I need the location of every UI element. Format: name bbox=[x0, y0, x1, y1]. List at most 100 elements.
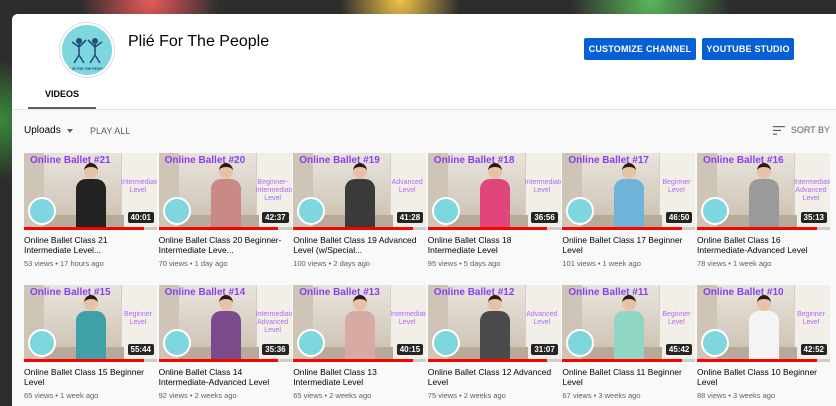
video-card[interactable]: Online Ballet #14 Intermediate-Advanced L… bbox=[158, 285, 292, 403]
video-title[interactable]: Online Ballet Class 17 Beginner Level bbox=[562, 235, 695, 255]
video-views: 65 views bbox=[24, 391, 54, 400]
watch-progress-bar bbox=[697, 359, 830, 362]
thumbnail-level-overlay: Intermediate-Advanced Level bbox=[255, 311, 292, 334]
watch-progress-fill bbox=[427, 227, 548, 230]
video-card[interactable]: Online Ballet #16 Intermediate-Advanced L… bbox=[697, 153, 830, 271]
video-title[interactable]: Online Ballet Class 11 Beginner Level bbox=[562, 367, 695, 387]
watch-progress-bar bbox=[24, 227, 157, 230]
watch-progress-fill bbox=[427, 359, 548, 362]
video-title[interactable]: Online Ballet Class 18 Intermediate Leve… bbox=[428, 235, 561, 255]
video-thumbnail[interactable]: Online Ballet #17 Beginner Level 46:50 bbox=[562, 153, 696, 227]
video-card[interactable]: Online Ballet #10 Beginner Level 42:52 Onli… bbox=[697, 285, 830, 403]
uploads-label: Uploads bbox=[24, 125, 61, 136]
video-age: 17 hours ago bbox=[59, 259, 104, 268]
video-duration: 40:15 bbox=[396, 344, 424, 355]
video-card[interactable]: Online Ballet #18 Intermediate Level 36:56… bbox=[427, 153, 561, 271]
thumbnail-level-overlay: Intermediate Level bbox=[524, 179, 561, 194]
channel-logo-badge-icon bbox=[28, 197, 56, 225]
channel-logo-badge-icon bbox=[431, 197, 460, 225]
video-duration: 46:50 bbox=[665, 212, 693, 223]
watch-progress-fill bbox=[293, 227, 413, 230]
video-title[interactable]: Online Ballet Class 21 Intermediate Leve… bbox=[24, 235, 157, 255]
thumbnail-level-overlay: Intermediate Level bbox=[390, 311, 427, 326]
dancer-body bbox=[614, 311, 645, 359]
video-duration: 42:52 bbox=[800, 344, 827, 355]
watch-progress-fill bbox=[24, 359, 144, 362]
video-title[interactable]: Online Ballet Class 13 Intermediate Leve… bbox=[293, 367, 426, 387]
video-card[interactable]: Online Ballet #19 Advanced Level 41:28 Onli… bbox=[293, 153, 427, 271]
video-title[interactable]: Online Ballet Class 20 Beginner-Intermed… bbox=[159, 235, 292, 255]
video-views: 75 views bbox=[427, 391, 457, 400]
video-duration: 31:07 bbox=[531, 344, 558, 355]
tab-videos[interactable]: VIDEOS bbox=[28, 80, 96, 109]
video-thumbnail[interactable]: Online Ballet #12 Advanced Level 31:07 bbox=[427, 285, 561, 359]
video-title[interactable]: Online Ballet Class 12 Advanced Level bbox=[428, 367, 561, 387]
meta-separator: • bbox=[456, 391, 464, 400]
video-title[interactable]: Online Ballet Class 14 Intermediate-Adva… bbox=[159, 367, 292, 387]
video-meta: 70 views • 1 day ago bbox=[159, 259, 292, 268]
thumbnail-level-overlay: Beginner Level bbox=[662, 179, 691, 194]
watch-progress-bar bbox=[293, 359, 427, 362]
thumbnail-title-overlay: Online Ballet #12 bbox=[433, 287, 515, 298]
video-thumbnail[interactable]: Online Ballet #11 Beginner Level 45:42 bbox=[562, 285, 696, 359]
video-age: 1 day ago bbox=[194, 259, 228, 268]
video-duration: 41:28 bbox=[396, 212, 424, 223]
video-age: 1 week ago bbox=[602, 259, 641, 268]
uploads-dropdown[interactable]: Uploads bbox=[24, 125, 73, 136]
thumbnail-title-overlay: Online Ballet #20 bbox=[164, 155, 246, 166]
video-meta: 88 views • 3 weeks ago bbox=[697, 391, 830, 400]
video-card[interactable]: Online Ballet #13 Intermediate Level 40:15… bbox=[293, 285, 427, 403]
video-card[interactable]: Online Ballet #17 Beginner Level 46:50 Onli… bbox=[562, 153, 696, 271]
video-title[interactable]: Online Ballet Class 10 Beginner Level bbox=[697, 367, 830, 387]
video-thumbnail[interactable]: Online Ballet #19 Advanced Level 41:28 bbox=[293, 153, 427, 227]
watch-progress-fill bbox=[158, 227, 279, 230]
watch-progress-fill bbox=[697, 227, 817, 230]
watch-progress-fill bbox=[562, 359, 683, 362]
video-card[interactable]: Online Ballet #21 Intermediate Level 40:01… bbox=[24, 153, 157, 271]
dancer-body bbox=[210, 179, 241, 227]
meta-separator: • bbox=[726, 259, 733, 268]
thumbnail-title-overlay: Online Ballet #21 bbox=[30, 155, 111, 166]
video-title[interactable]: Online Ballet Class 19 Advanced Level (w… bbox=[293, 235, 426, 255]
video-age: 3 weeks ago bbox=[598, 391, 641, 400]
video-thumbnail[interactable]: Online Ballet #14 Intermediate-Advanced L… bbox=[158, 285, 292, 359]
sort-by-button[interactable]: SORT BY bbox=[772, 125, 830, 135]
video-thumbnail[interactable]: Online Ballet #10 Beginner Level 42:52 bbox=[697, 285, 830, 359]
thumbnail-title-overlay: Online Ballet #14 bbox=[164, 287, 246, 298]
video-views: 70 views bbox=[158, 259, 188, 268]
video-card[interactable]: Online Ballet #20 Beginner-Intermediate L… bbox=[158, 153, 292, 271]
thumbnail-title-overlay: Online Ballet #15 bbox=[30, 287, 111, 298]
video-title[interactable]: Online Ballet Class 16 Intermediate-Adva… bbox=[697, 235, 830, 255]
video-duration: 55:44 bbox=[127, 344, 154, 355]
dancer-body bbox=[345, 311, 376, 359]
video-card[interactable]: Online Ballet #12 Advanced Level 31:07 Onli… bbox=[427, 285, 561, 403]
video-meta: 53 views • 17 hours ago bbox=[24, 259, 157, 268]
video-thumbnail[interactable]: Online Ballet #16 Intermediate-Advanced L… bbox=[697, 153, 830, 227]
video-thumbnail[interactable]: Online Ballet #20 Beginner-Intermediate L… bbox=[158, 153, 292, 227]
video-card[interactable]: Online Ballet #15 Beginner Level 55:44 Onli… bbox=[24, 285, 157, 403]
watch-progress-fill bbox=[24, 227, 144, 230]
video-thumbnail[interactable]: Online Ballet #15 Beginner Level 55:44 bbox=[24, 285, 157, 359]
video-thumbnail[interactable]: Online Ballet #18 Intermediate Level 36:56 bbox=[427, 153, 561, 227]
video-thumbnail[interactable]: Online Ballet #21 Intermediate Level 40:01 bbox=[24, 153, 157, 227]
customize-channel-button[interactable]: CUSTOMIZE CHANNEL bbox=[584, 38, 696, 60]
channel-avatar[interactable]: PLIÉ FOR THE PEOPLE bbox=[60, 23, 114, 77]
meta-separator: • bbox=[595, 259, 603, 268]
video-thumbnail[interactable]: Online Ballet #13 Intermediate Level 40:15 bbox=[293, 285, 427, 359]
youtube-studio-button[interactable]: YOUTUBE STUDIO bbox=[702, 38, 794, 60]
video-meta: 65 views • 1 week ago bbox=[24, 391, 157, 400]
dancer-body bbox=[345, 179, 376, 227]
video-age: 2 weeks ago bbox=[329, 391, 372, 400]
channel-logo-badge-icon bbox=[297, 329, 326, 357]
meta-separator: • bbox=[456, 259, 464, 268]
dancer-body bbox=[749, 311, 779, 359]
channel-logo-badge-icon bbox=[431, 329, 460, 357]
video-card[interactable]: Online Ballet #11 Beginner Level 45:42 Onli… bbox=[562, 285, 696, 403]
video-views: 100 views bbox=[293, 259, 327, 268]
channel-logo-badge-icon bbox=[701, 197, 729, 225]
video-duration: 35:36 bbox=[262, 344, 289, 355]
video-views: 101 views bbox=[562, 259, 596, 268]
video-meta: 67 views • 3 weeks ago bbox=[562, 391, 695, 400]
video-title[interactable]: Online Ballet Class 15 Beginner Level bbox=[24, 367, 157, 387]
play-all-button[interactable]: PLAY ALL bbox=[90, 126, 130, 136]
